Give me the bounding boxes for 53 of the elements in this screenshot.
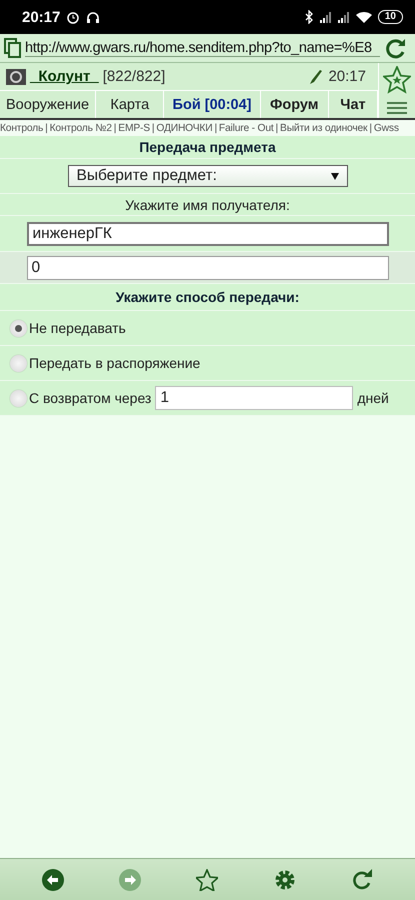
headphones-icon — [86, 10, 100, 24]
quick-link[interactable]: Контроль — [0, 122, 44, 134]
radio-button[interactable] — [10, 354, 27, 372]
radio-label: Передать в распоряжение — [29, 355, 200, 371]
radio-label: С возвратом через — [29, 390, 152, 406]
signal-icon — [336, 10, 350, 24]
link-separator: | — [45, 122, 48, 134]
days-unit: дней — [357, 390, 389, 406]
star-icon[interactable] — [383, 66, 411, 94]
wifi-icon — [354, 10, 373, 24]
nav-tab[interactable]: Чат — [328, 91, 378, 118]
reload-icon[interactable] — [351, 869, 374, 891]
clock-time: 20:17 — [22, 8, 60, 26]
back-icon[interactable] — [42, 869, 64, 891]
radio-button[interactable] — [10, 390, 27, 406]
link-separator: | — [214, 122, 217, 134]
link-separator: | — [369, 122, 372, 134]
alarm-icon — [66, 10, 80, 24]
quick-link[interactable]: EMP-S — [118, 122, 150, 134]
nav-tab[interactable]: Карта — [96, 91, 164, 118]
dropdown-arrow-icon — [330, 172, 338, 180]
radio-button[interactable] — [10, 320, 27, 336]
link-separator: | — [152, 122, 154, 134]
form-title: Передача предмета — [139, 139, 276, 155]
star-icon[interactable] — [196, 869, 218, 891]
bluetooth-icon — [304, 10, 314, 24]
recipient-label: Укажите имя получателя: — [125, 196, 290, 212]
quick-link[interactable]: Выйти из одиночек — [280, 122, 368, 134]
days-field[interactable]: 1 — [155, 386, 354, 410]
quick-link[interactable]: Failure - Out — [218, 122, 274, 134]
nav-tab[interactable]: Форум — [260, 91, 329, 118]
settings-icon[interactable] — [274, 869, 296, 891]
avatar-icon — [6, 68, 26, 84]
player-name-link[interactable]: _Колунт_ — [30, 68, 99, 85]
method-label: Укажите способ передачи: — [116, 289, 300, 305]
recipient-field[interactable]: инженерГК — [26, 222, 388, 246]
item-dropdown[interactable]: Выберите предмет: — [68, 165, 348, 187]
nav-tab[interactable]: Вооружение — [0, 91, 96, 118]
battery-level: 10 — [378, 10, 403, 24]
weapon-icon — [308, 68, 324, 84]
quick-link[interactable]: Контроль №2 — [50, 122, 112, 134]
link-separator: | — [114, 122, 116, 134]
radio-label: Не передавать — [29, 320, 126, 336]
copy-icon[interactable] — [4, 38, 22, 58]
link-separator: | — [276, 122, 278, 134]
nav-tab[interactable]: Бой [00:04] — [164, 91, 261, 118]
server-time: 20:17 — [328, 68, 366, 85]
signal-icon — [318, 10, 332, 24]
health-points: [822/822] — [102, 68, 166, 85]
quick-link[interactable]: ОДИНОЧКИ — [156, 122, 212, 134]
amount-field[interactable]: 0 — [26, 256, 388, 280]
quick-link[interactable]: Gwss — [374, 122, 399, 134]
menu-icon[interactable] — [387, 100, 407, 115]
